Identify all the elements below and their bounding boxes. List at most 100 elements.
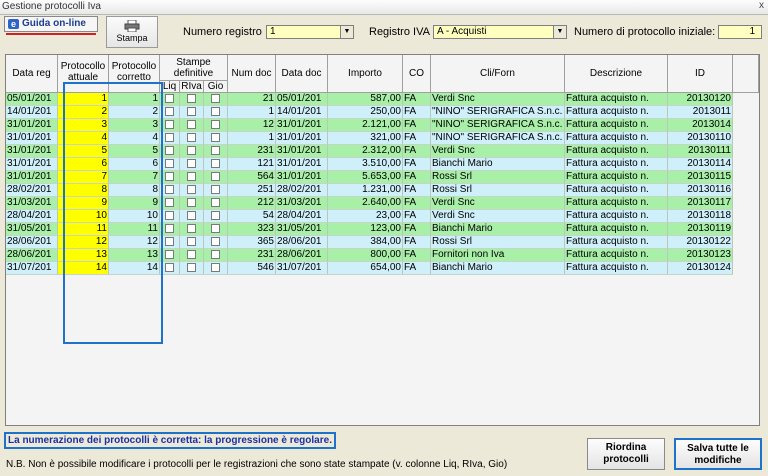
cell-desc: Fattura acquisto n. — [565, 262, 668, 275]
cell-importo: 2.640,00 — [328, 197, 403, 210]
table-row[interactable]: 14/01/201 2 2 1 14/01/201 250,00 FA "NINO" SERI… — [6, 106, 759, 119]
liq-checkbox[interactable] — [165, 224, 174, 233]
riordina-protocolli-button[interactable]: Riordina protocolli — [587, 438, 665, 470]
table-row[interactable]: 31/07/201 14 14 546 31/07/201 654,00 FA Bianchi… — [6, 262, 759, 275]
liq-checkbox[interactable] — [165, 237, 174, 246]
numero-registro-select[interactable]: 1 ▼ — [266, 25, 354, 39]
riordina-label-line2: protocolli — [603, 454, 649, 465]
liq-checkbox[interactable] — [165, 198, 174, 207]
cell-corr[interactable]: 3 — [109, 119, 160, 132]
chevron-down-icon[interactable]: ▼ — [553, 26, 566, 38]
riva-checkbox[interactable] — [187, 224, 196, 233]
cell-data_doc: 28/02/201 — [276, 184, 328, 197]
riva-checkbox[interactable] — [187, 107, 196, 116]
cell-corr[interactable]: 5 — [109, 145, 160, 158]
gio-checkbox[interactable] — [211, 172, 220, 181]
riva-checkbox[interactable] — [187, 172, 196, 181]
close-icon[interactable]: x — [759, 0, 764, 11]
cell-corr[interactable]: 8 — [109, 184, 160, 197]
liq-checkbox[interactable] — [165, 185, 174, 194]
liq-checkbox[interactable] — [165, 211, 174, 220]
gio-checkbox[interactable] — [211, 133, 220, 142]
liq-checkbox[interactable] — [165, 146, 174, 155]
gio-checkbox[interactable] — [211, 237, 220, 246]
cell-corr[interactable]: 1 — [109, 93, 160, 106]
table-row[interactable]: 31/01/201 5 5 231 31/01/201 2.312,00 FA Verdi S… — [6, 145, 759, 158]
protocollo-iniziale-input[interactable]: 1 — [718, 25, 762, 39]
gio-checkbox[interactable] — [211, 250, 220, 259]
cell-riva-checkbox — [180, 210, 204, 223]
table-row[interactable]: 31/01/201 7 7 564 31/01/201 5.653,00 FA Rossi S… — [6, 171, 759, 184]
table-row[interactable]: 28/06/201 13 13 231 28/06/201 800,00 FA Fornito… — [6, 249, 759, 262]
table-row[interactable]: 05/01/201 1 1 21 05/01/201 587,00 FA Verdi Snc F… — [6, 93, 759, 106]
liq-checkbox[interactable] — [165, 107, 174, 116]
guida-online-button[interactable]: e Guida on-line — [4, 16, 98, 32]
table-row[interactable]: 28/04/201 10 10 54 28/04/201 23,00 FA Verdi Snc… — [6, 210, 759, 223]
salva-modifiche-button[interactable]: Salva tutte le modifiche — [674, 438, 762, 470]
cell-corr[interactable]: 7 — [109, 171, 160, 184]
cell-corr[interactable]: 13 — [109, 249, 160, 262]
cell-data_doc: 31/03/201 — [276, 197, 328, 210]
table-row[interactable]: 31/05/201 11 11 323 31/05/201 123,00 FA Bianchi… — [6, 223, 759, 236]
gio-checkbox[interactable] — [211, 198, 220, 207]
gio-checkbox[interactable] — [211, 224, 220, 233]
liq-checkbox[interactable] — [165, 263, 174, 272]
cell-corr[interactable]: 4 — [109, 132, 160, 145]
liq-checkbox[interactable] — [165, 250, 174, 259]
cell-cli: Verdi Snc — [431, 210, 565, 223]
cell-att: 6 — [58, 158, 109, 171]
liq-checkbox[interactable] — [165, 94, 174, 103]
table-row[interactable]: 31/01/201 6 6 121 31/01/201 3.510,00 FA Bianchi… — [6, 158, 759, 171]
cell-id: 20130117 — [668, 197, 733, 210]
gio-checkbox[interactable] — [211, 211, 220, 220]
table-row[interactable]: 31/03/201 9 9 212 31/03/201 2.640,00 FA Verdi S… — [6, 197, 759, 210]
riva-checkbox[interactable] — [187, 237, 196, 246]
gio-checkbox[interactable] — [211, 107, 220, 116]
liq-checkbox[interactable] — [165, 120, 174, 129]
gio-checkbox[interactable] — [211, 185, 220, 194]
col-header-data-reg: Data reg — [6, 55, 58, 93]
cell-liq-checkbox — [160, 210, 180, 223]
gio-checkbox[interactable] — [211, 146, 220, 155]
riva-checkbox[interactable] — [187, 159, 196, 168]
riva-checkbox[interactable] — [187, 211, 196, 220]
riva-checkbox[interactable] — [187, 94, 196, 103]
cell-corr[interactable]: 12 — [109, 236, 160, 249]
gio-checkbox[interactable] — [211, 94, 220, 103]
riva-checkbox[interactable] — [187, 263, 196, 272]
cell-riva-checkbox — [180, 171, 204, 184]
table-row[interactable]: 28/06/201 12 12 365 28/06/201 384,00 FA Rossi S… — [6, 236, 759, 249]
riva-checkbox[interactable] — [187, 185, 196, 194]
riva-checkbox[interactable] — [187, 250, 196, 259]
liq-checkbox[interactable] — [165, 133, 174, 142]
cell-att: 12 — [58, 236, 109, 249]
stampa-button[interactable]: Stampa — [106, 16, 158, 48]
cell-corr[interactable]: 6 — [109, 158, 160, 171]
cell-desc: Fattura acquisto n. — [565, 197, 668, 210]
cell-corr[interactable]: 14 — [109, 262, 160, 275]
liq-checkbox[interactable] — [165, 159, 174, 168]
liq-checkbox[interactable] — [165, 172, 174, 181]
cell-corr[interactable]: 9 — [109, 197, 160, 210]
riva-checkbox[interactable] — [187, 198, 196, 207]
cell-corr[interactable]: 10 — [109, 210, 160, 223]
table-row[interactable]: 31/01/201 4 4 1 31/01/201 321,00 FA "NINO" SERI… — [6, 132, 759, 145]
cell-corr[interactable]: 2 — [109, 106, 160, 119]
riva-checkbox[interactable] — [187, 120, 196, 129]
cell-desc: Fattura acquisto n. — [565, 249, 668, 262]
gio-checkbox[interactable] — [211, 263, 220, 272]
cell-corr[interactable]: 11 — [109, 223, 160, 236]
riva-checkbox[interactable] — [187, 146, 196, 155]
chevron-down-icon[interactable]: ▼ — [340, 26, 353, 38]
gio-checkbox[interactable] — [211, 120, 220, 129]
cell-importo: 800,00 — [328, 249, 403, 262]
cell-liq-checkbox — [160, 197, 180, 210]
cell-desc: Fattura acquisto n. — [565, 171, 668, 184]
table-row[interactable]: 31/01/201 3 3 12 31/01/201 2.121,00 FA "NINO" S… — [6, 119, 759, 132]
registro-iva-select[interactable]: A - Acquisti ▼ — [433, 25, 567, 39]
riva-checkbox[interactable] — [187, 133, 196, 142]
gio-checkbox[interactable] — [211, 159, 220, 168]
cell-liq-checkbox — [160, 223, 180, 236]
cell-cli: "NINO" SERIGRAFICA S.n.c. — [431, 106, 565, 119]
table-row[interactable]: 28/02/201 8 8 251 28/02/201 1.231,00 FA Rossi S… — [6, 184, 759, 197]
